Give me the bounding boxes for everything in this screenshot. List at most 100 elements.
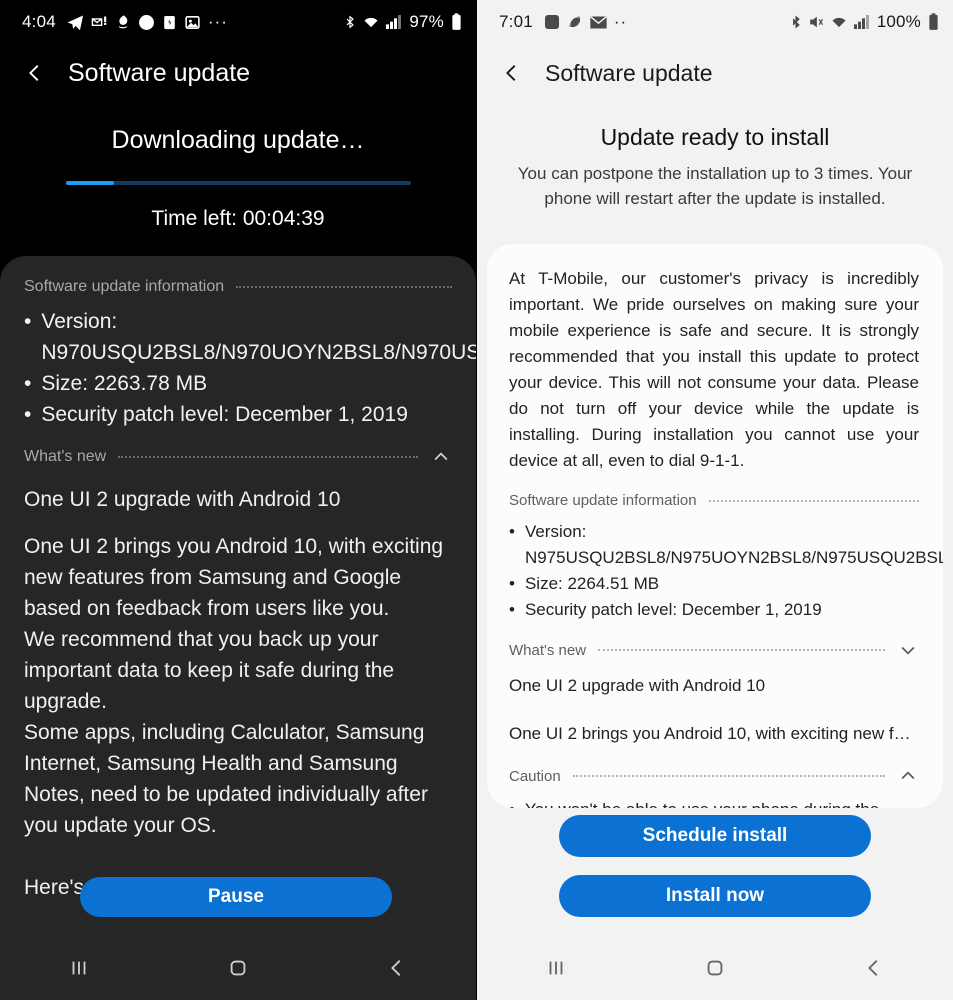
home-icon[interactable]: [636, 957, 795, 979]
bullet-icon: •: [24, 372, 32, 395]
status-clock: 4:04: [22, 12, 56, 31]
app-bar: Software update: [477, 44, 953, 102]
list-item: • Version: N970USQU2BSL8/N970UOYN2BSL8/N9…: [24, 306, 476, 368]
status-overflow-icon: ··: [613, 12, 628, 31]
status-overflow-icon: ···: [207, 12, 228, 31]
page-title: Software update: [68, 58, 251, 87]
bullet-icon: •: [24, 310, 32, 333]
section-label: Software update information: [509, 492, 697, 509]
bullet-icon: •: [509, 574, 515, 593]
whoop-icon: W: [138, 14, 155, 31]
update-info-list: • Version: N975USQU2BSL8/N975UOYN2BSL8/N9…: [509, 519, 943, 623]
caution-list: • You won't be able to use your phone dur…: [509, 797, 919, 808]
list-item: • Size: 2264.51 MB: [509, 571, 919, 597]
list-item-text: Security patch level: December 1, 2019: [41, 403, 408, 426]
tag-icon: [567, 14, 583, 30]
dotted-divider: [236, 286, 452, 288]
whats-new-body: One UI 2 brings you Android 10, with exc…: [24, 535, 444, 899]
list-item: • Security patch level: December 1, 2019: [509, 597, 919, 623]
schedule-install-button[interactable]: Schedule install: [559, 815, 871, 857]
battery-percentage: 100%: [876, 12, 921, 31]
list-item: • You won't be able to use your phone dur…: [509, 797, 919, 808]
battery-icon: [451, 13, 462, 31]
back-icon[interactable]: [317, 957, 476, 979]
whats-new-preview: One UI 2 brings you Android 10, with exc…: [509, 724, 919, 743]
section-label: Software update information: [24, 278, 225, 295]
navigation-bar: [477, 936, 953, 1000]
list-item: • Version: N975USQU2BSL8/N975UOYN2BSL8/N9…: [509, 519, 943, 571]
back-arrow-icon[interactable]: [22, 60, 48, 86]
list-item-text: Security patch level: December 1, 2019: [524, 600, 822, 619]
recents-icon[interactable]: [477, 957, 636, 979]
app-icon: [115, 14, 131, 31]
install-subtitle: You can postpone the installation up to …: [517, 164, 913, 208]
navigation-bar: [0, 936, 476, 1000]
update-details-card: At T-Mobile, our customer's privacy is i…: [487, 244, 943, 808]
install-title: Update ready to install: [600, 124, 830, 150]
status-clock: 7:01: [499, 12, 533, 31]
list-item: • Size: 2263.78 MB: [24, 368, 452, 399]
list-item-text: Version: N975USQU2BSL8/N975UOYN2BSL8/N97…: [524, 522, 943, 567]
chevron-up-icon[interactable]: [897, 765, 919, 787]
page-title: Software update: [545, 59, 713, 86]
wifi-icon: [830, 14, 848, 30]
update-info-list: • Version: N970USQU2BSL8/N970UOYN2BSL8/N9…: [24, 306, 476, 430]
mail-sent-icon: [91, 14, 108, 31]
section-label: What's new: [24, 448, 107, 465]
whats-new-header[interactable]: What's new: [509, 639, 919, 661]
bluetooth-icon: [343, 13, 357, 31]
signal-icon: [385, 14, 402, 30]
photo-icon: [184, 14, 201, 31]
bullet-icon: •: [509, 522, 515, 541]
chevron-up-icon[interactable]: [430, 446, 452, 468]
bullet-icon: •: [509, 797, 515, 808]
whats-new-header[interactable]: What's new: [24, 446, 452, 468]
back-icon[interactable]: [794, 957, 953, 979]
list-item-text: Version: N970USQU2BSL8/N970UOYN2BSL8/N97…: [41, 310, 476, 364]
svg-text:ring: ring: [547, 21, 558, 27]
caution-header[interactable]: Caution: [509, 765, 919, 787]
list-item: • Security patch level: December 1, 2019: [24, 399, 452, 430]
dotted-divider: [572, 775, 885, 777]
download-title: Downloading update…: [111, 126, 365, 154]
phone-screen-ready-to-install: 7:01 ring ·· 100% Software update Update…: [477, 0, 953, 1000]
telegram-icon: [67, 14, 84, 31]
mute-icon: [808, 14, 825, 30]
ring-icon: ring: [544, 14, 560, 30]
battery-percentage: 97%: [409, 12, 444, 31]
time-left-label: Time left: 00:04:39: [151, 207, 325, 230]
whats-new-headline: One UI 2 upgrade with Android 10: [509, 676, 766, 695]
home-icon[interactable]: [159, 957, 318, 979]
status-bar: 7:01 ring ·· 100%: [477, 0, 953, 44]
whats-new-headline: One UI 2 upgrade with Android 10: [24, 488, 341, 511]
download-status: Downloading update… Time left: 00:04:39: [0, 102, 476, 231]
mail-icon: [590, 15, 607, 30]
phone-screen-downloading: 4:04 W ··· 97% Software update Downloadi…: [0, 0, 476, 1000]
dotted-divider: [118, 456, 418, 458]
download-progress-fill: [65, 181, 114, 185]
app-bar: Software update: [0, 44, 476, 102]
recents-icon[interactable]: [0, 957, 159, 979]
software-update-information-header: Software update information: [509, 492, 919, 509]
section-label: Caution: [509, 767, 561, 785]
list-item-text: You won't be able to use your phone duri…: [525, 797, 919, 808]
carrier-notice: At T-Mobile, our customer's privacy is i…: [509, 269, 919, 470]
pause-button[interactable]: Pause: [80, 877, 392, 917]
bullet-icon: •: [24, 403, 32, 426]
dotted-divider: [598, 649, 885, 651]
list-item-text: Size: 2264.51 MB: [524, 574, 660, 593]
dual-screenshot: 4:04 W ··· 97% Software update Downloadi…: [0, 0, 953, 1000]
section-label: What's new: [509, 641, 587, 659]
list-item-text: Size: 2263.78 MB: [41, 372, 208, 395]
signal-icon: [853, 14, 869, 30]
back-arrow-icon[interactable]: [499, 60, 525, 86]
bluetooth-icon: [789, 13, 803, 31]
bullet-icon: •: [509, 600, 515, 619]
battery-icon: [928, 13, 939, 31]
dotted-divider: [708, 499, 919, 502]
install-now-button[interactable]: Install now: [559, 875, 871, 917]
install-status: Update ready to install You can postpone…: [477, 102, 953, 211]
svg-text:W: W: [144, 20, 150, 26]
software-update-information-header: Software update information: [24, 278, 452, 296]
chevron-down-icon[interactable]: [897, 639, 919, 661]
